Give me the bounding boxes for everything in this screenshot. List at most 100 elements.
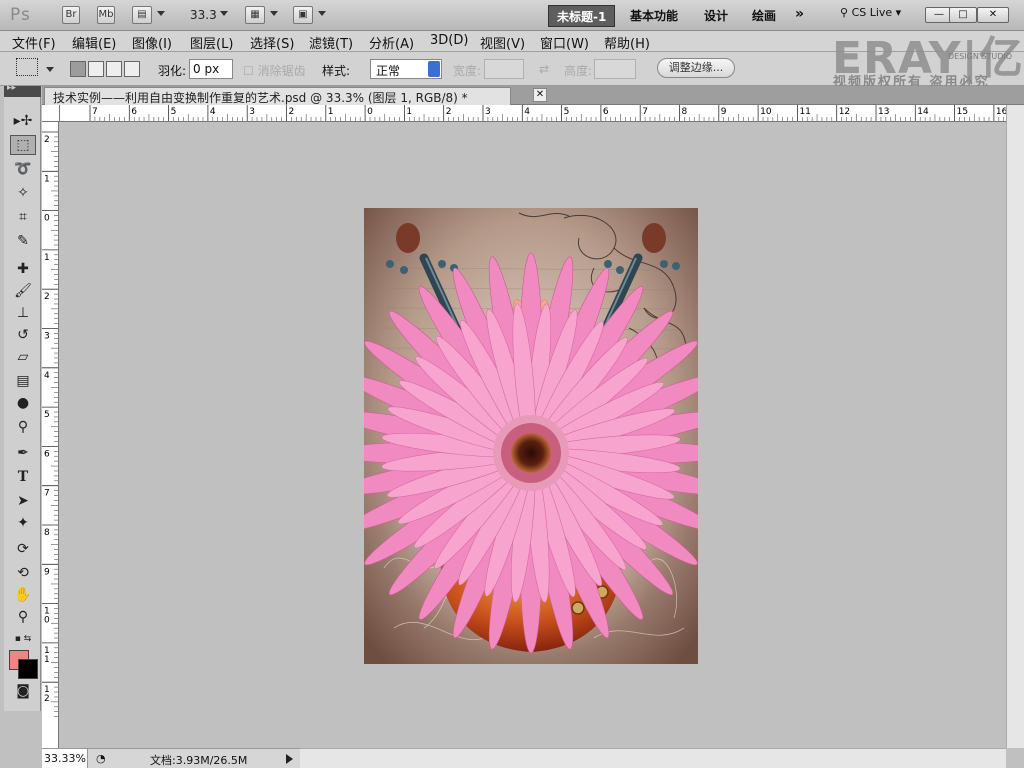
menu-help[interactable]: 帮助(H) <box>604 33 650 52</box>
ruler-label: 13 <box>878 107 889 117</box>
healing-brush-tool-icon[interactable]: ✚ <box>10 259 36 279</box>
ruler-label: 9 <box>44 567 50 577</box>
style-select[interactable]: 正常 <box>370 59 442 79</box>
bridge-button[interactable]: Br <box>62 6 80 24</box>
zoom-level[interactable]: 33.3 <box>190 8 217 22</box>
intersect-selection-icon[interactable] <box>124 61 140 77</box>
horizontal-scrollbar[interactable] <box>300 748 1006 768</box>
vertical-ruler-ticks: 210123456789101112 <box>42 131 58 717</box>
ruler-label: 3 <box>485 107 491 117</box>
ruler-label: 6 <box>131 107 137 117</box>
clone-stamp-tool-icon[interactable]: ⊥ <box>10 303 36 323</box>
ruler-label: 7 <box>92 107 98 117</box>
ruler-label: 2 <box>44 292 50 302</box>
menu-select[interactable]: 选择(S) <box>250 33 294 52</box>
path-selection-tool-icon[interactable]: ➤ <box>10 491 36 511</box>
menu-image[interactable]: 图像(I) <box>132 33 172 52</box>
menu-layer[interactable]: 图层(L) <box>190 33 233 52</box>
ruler-label: 1 <box>44 655 50 665</box>
blur-tool-icon[interactable]: ● <box>10 393 36 413</box>
ruler-label: 4 <box>210 107 216 117</box>
document-image[interactable] <box>364 208 698 664</box>
background-color-swatch[interactable] <box>18 659 38 679</box>
swap-colors-icon[interactable]: ▪ ⇆ <box>10 629 36 649</box>
view-extras-icon[interactable]: ▤ <box>132 6 152 24</box>
cslive-label: CS Live <box>851 6 893 19</box>
zoom-percent-field[interactable]: 33.33% <box>42 749 88 768</box>
3d-rotate-tool-icon[interactable]: ⟳ <box>10 539 36 559</box>
watermark-subtitle: DESIGN STUDIO <box>948 52 1013 61</box>
chevron-down-icon[interactable] <box>220 11 228 16</box>
chevron-down-icon[interactable] <box>46 67 54 72</box>
lasso-tool-icon[interactable]: ➰ <box>10 159 36 179</box>
ruler-label: 0 <box>44 616 50 626</box>
ruler-label: 2 <box>446 107 452 117</box>
ruler-label: 2 <box>44 135 50 145</box>
ruler-label: 4 <box>44 371 50 381</box>
quick-mask-icon[interactable]: ◙ <box>10 681 36 701</box>
menu-edit[interactable]: 编辑(E) <box>72 33 116 52</box>
close-tab-button[interactable]: ✕ <box>533 88 547 102</box>
workspace-untitled[interactable]: 未标题-1 <box>548 5 616 27</box>
ruler-label: 7 <box>642 107 648 117</box>
ruler-label: 5 <box>44 410 50 420</box>
menu-window[interactable]: 窗口(W) <box>540 33 589 52</box>
height-input <box>594 59 636 79</box>
eraser-tool-icon[interactable]: ▱ <box>10 347 36 367</box>
chevron-down-icon[interactable] <box>270 11 278 16</box>
select-arrow-icon <box>428 61 440 77</box>
close-button[interactable]: ✕ <box>977 7 1009 23</box>
ruler-origin[interactable] <box>42 105 60 122</box>
menu-filter[interactable]: 滤镜(T) <box>309 33 353 52</box>
subtract-selection-icon[interactable] <box>106 61 122 77</box>
menu-analysis[interactable]: 分析(A) <box>369 33 414 52</box>
workspace-design[interactable]: 设计 <box>696 5 736 27</box>
3d-orbit-tool-icon[interactable]: ⟲ <box>10 563 36 583</box>
arrange-documents-icon[interactable]: ▦ <box>245 6 265 24</box>
move-tool-icon[interactable]: ▸✢ <box>10 111 36 131</box>
horizontal-ruler[interactable]: 7654321012345678910111213141516 <box>60 105 1006 122</box>
ruler-label: 14 <box>917 107 929 117</box>
menu-view[interactable]: 视图(V) <box>480 33 525 52</box>
style-value: 正常 <box>376 64 401 78</box>
ruler-label: 0 <box>44 214 50 224</box>
collapse-icon: ▸▸ <box>7 83 17 93</box>
quick-selection-tool-icon[interactable]: ✧ <box>10 183 36 203</box>
refine-edge-button[interactable]: 调整边缘... <box>657 58 735 78</box>
dodge-tool-icon[interactable]: ⚲ <box>10 417 36 437</box>
eyedropper-tool-icon[interactable]: ✎ <box>10 231 36 251</box>
gradient-tool-icon[interactable]: ▤ <box>10 371 36 391</box>
marquee-preset-icon[interactable] <box>16 58 38 76</box>
status-info-icon[interactable]: ◔ <box>96 752 106 765</box>
menu-3d[interactable]: 3D(D) <box>430 33 468 48</box>
custom-shape-tool-icon[interactable]: ✦ <box>10 513 36 533</box>
type-tool-icon[interactable]: T <box>10 467 36 487</box>
vertical-ruler[interactable]: 210123456789101112 <box>42 122 59 748</box>
status-menu-arrow-icon[interactable] <box>286 754 293 764</box>
new-selection-icon[interactable] <box>70 61 86 77</box>
add-selection-icon[interactable] <box>88 61 104 77</box>
tools-panel-header[interactable]: ▸▸ <box>4 83 41 97</box>
workspace-essentials[interactable]: 基本功能 <box>622 5 686 27</box>
chevron-down-icon[interactable] <box>157 11 165 16</box>
rectangular-marquee-tool-icon[interactable]: ⬚ <box>10 135 36 155</box>
history-brush-tool-icon[interactable]: ↺ <box>10 325 36 345</box>
vertical-scrollbar[interactable] <box>1006 105 1024 748</box>
pen-tool-icon[interactable]: ✒ <box>10 443 36 463</box>
hand-tool-icon[interactable]: ✋ <box>10 585 36 605</box>
ruler-label: 3 <box>249 107 255 117</box>
ruler-label: 6 <box>603 107 609 117</box>
feather-input[interactable]: 0 px <box>189 59 233 79</box>
screen-mode-icon[interactable]: ▣ <box>293 6 313 24</box>
workspace-painting[interactable]: 绘画 <box>744 5 784 27</box>
brush-tool-icon[interactable]: 🖌 <box>10 281 36 301</box>
restore-button[interactable]: □ <box>949 7 977 23</box>
tab-document[interactable]: 技术实例——利用自由变换制作重复的艺术.psd @ 33.3% (图层 1, R… <box>44 87 511 105</box>
cs-live-menu[interactable]: ⚲ CS Live ▾ <box>840 6 901 19</box>
zoom-tool-icon[interactable]: ⚲ <box>10 607 36 627</box>
more-workspaces-button[interactable]: » <box>795 6 804 22</box>
minibridge-button[interactable]: Mb <box>97 6 115 24</box>
crop-tool-icon[interactable]: ⌗ <box>10 207 36 227</box>
menu-file[interactable]: 文件(F) <box>12 33 56 52</box>
chevron-down-icon[interactable] <box>318 11 326 16</box>
